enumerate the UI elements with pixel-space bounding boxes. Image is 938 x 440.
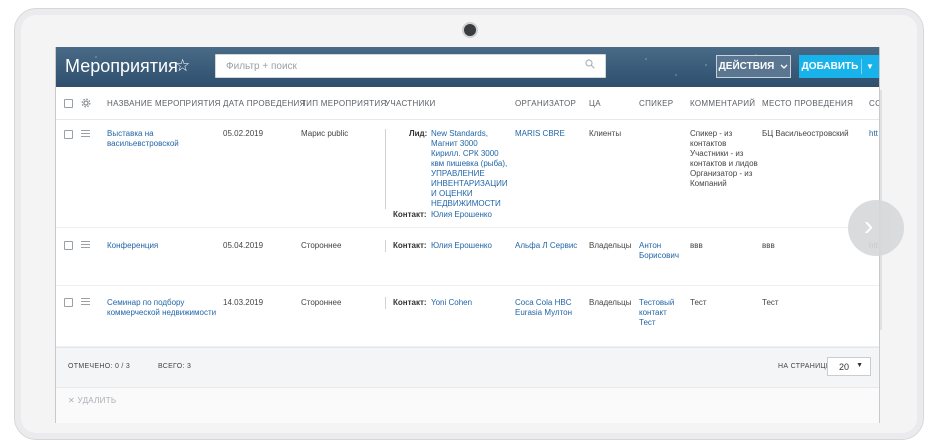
col-audience[interactable]: ЦА: [589, 99, 601, 108]
place: Тест: [762, 298, 779, 307]
events-table: НАЗВАНИЕ МЕРОПРИЯТИЯ ДАТА ПРОВЕДЕНИЯ ТИП…: [56, 87, 879, 387]
contact-value[interactable]: Yoni Cohen: [431, 298, 472, 308]
col-type[interactable]: ТИП МЕРОПРИЯТИЯ: [301, 99, 387, 108]
audience: Клиенты: [589, 129, 622, 138]
row-checkbox[interactable]: [64, 298, 73, 307]
add-label: ДОБАВИТЬ: [801, 61, 859, 72]
table-header: НАЗВАНИЕ МЕРОПРИЯТИЯ ДАТА ПРОВЕДЕНИЯ ТИП…: [56, 87, 879, 120]
event-date: 05.02.2019: [223, 129, 264, 138]
table-footer: ОТМЕЧЕНО: 0 / 3 ВСЕГО: 3 НА СТРАНИЦЕ: 20…: [56, 347, 879, 388]
app-screen: Мероприятия ☆ ДЕЙСТВИЯ ДОБАВИТЬ ▼ НАЗВ: [55, 47, 880, 423]
actions-label: ДЕЙСТВИЯ: [718, 61, 775, 72]
page-header: Мероприятия ☆ ДЕЙСТВИЯ ДОБАВИТЬ ▼: [56, 47, 879, 87]
camera-icon: [462, 22, 478, 38]
comment: ввв: [690, 241, 703, 250]
event-name[interactable]: Выставка на васильевстровской: [107, 129, 179, 149]
col-place[interactable]: МЕСТО ПРОВЕДЕНИЯ: [762, 99, 853, 108]
audience: Владельцы: [589, 298, 632, 307]
event-type: Марис public: [301, 129, 349, 138]
search-box: [215, 54, 606, 78]
row-checkbox[interactable]: [64, 241, 73, 250]
drag-handle-icon[interactable]: [81, 241, 90, 248]
speaker[interactable]: Тестовый контакт Тест: [639, 298, 674, 328]
col-comment[interactable]: КОММЕНТАРИЙ: [690, 99, 755, 108]
event-name[interactable]: Конференция: [107, 241, 158, 251]
organizer[interactable]: Coca Cola HBC Eurasia Мултон: [515, 298, 572, 318]
add-dropdown-icon[interactable]: ▼: [862, 62, 878, 71]
col-speaker[interactable]: СПИКЕР: [639, 99, 673, 108]
selected-count: ОТМЕЧЕНО: 0 / 3: [68, 363, 131, 370]
table-row[interactable]: Семинар по подбору коммерческой недвижимо…: [56, 286, 879, 347]
lead-label: Лид:: [409, 129, 428, 138]
total-count: ВСЕГО: 3: [158, 363, 192, 370]
page-title: Мероприятия: [65, 56, 178, 76]
search-icon[interactable]: [585, 59, 595, 69]
table-row[interactable]: Выставка на васильевстровской 05.02.2019 …: [56, 120, 879, 228]
event-date: 14.03.2019: [223, 298, 264, 307]
chevron-down-icon: ▼: [856, 362, 863, 369]
audience: Владельцы: [589, 241, 632, 250]
search-input[interactable]: [216, 55, 586, 77]
chevron-down-icon: [780, 64, 788, 69]
contact-label: Контакт:: [393, 210, 427, 219]
speaker[interactable]: Антон Борисович: [639, 241, 679, 261]
col-name[interactable]: НАЗВАНИЕ МЕРОПРИЯТИЯ: [107, 99, 221, 108]
delete-button[interactable]: ✕ УДАЛИТЬ: [68, 396, 116, 405]
place: БЦ Васильеостровский: [762, 129, 849, 138]
next-slide-button[interactable]: ›: [848, 200, 904, 256]
select-all-checkbox[interactable]: [64, 99, 73, 108]
chevron-right-icon: ›: [864, 210, 874, 241]
contact-value[interactable]: Юлия Ерошенко: [431, 241, 492, 251]
col-date[interactable]: ДАТА ПРОВЕДЕНИЯ: [223, 99, 306, 108]
gear-icon[interactable]: [81, 98, 91, 108]
contact-label: Контакт:: [393, 298, 427, 307]
bulk-actions-bar: ✕ УДАЛИТЬ: [56, 387, 879, 423]
per-page-select[interactable]: 20 ▼: [827, 357, 871, 376]
actions-button[interactable]: ДЕЙСТВИЯ: [716, 55, 791, 78]
comment: Тест: [690, 298, 707, 307]
close-icon: ✕: [68, 396, 76, 405]
add-button[interactable]: ДОБАВИТЬ ▼: [799, 55, 879, 78]
col-organizer[interactable]: ОРГАНИЗАТОР: [515, 99, 576, 108]
row-checkbox[interactable]: [64, 130, 73, 139]
contact-label: Контакт:: [393, 241, 427, 250]
drag-handle-icon[interactable]: [81, 130, 90, 137]
table-row[interactable]: Конференция 05.04.2019 Стороннее Контакт…: [56, 228, 879, 286]
event-date: 05.04.2019: [223, 241, 264, 250]
per-page-label: НА СТРАНИЦЕ:: [778, 363, 834, 370]
organizer[interactable]: MARIS CBRE: [515, 129, 565, 139]
col-participants[interactable]: УЧАСТНИКИ: [385, 99, 436, 108]
comment: Спикер - из контактов Участники - из контак…: [690, 129, 758, 188]
extra-link[interactable]: htt: [869, 129, 878, 139]
event-name[interactable]: Семинар по подбору коммерческой недвижимо…: [107, 298, 216, 318]
event-type: Стороннее: [301, 241, 342, 250]
organizer[interactable]: Альфа Л Сервис: [515, 241, 577, 251]
event-type: Стороннее: [301, 298, 342, 307]
lead-value[interactable]: New Standards, Магнит 3000 Кирилл. СРК 300…: [431, 129, 508, 209]
favorite-star-icon[interactable]: ☆: [175, 56, 190, 76]
contact-value[interactable]: Юлия Ерошенко: [431, 210, 492, 220]
delete-label: УДАЛИТЬ: [77, 396, 117, 405]
drag-handle-icon[interactable]: [81, 298, 90, 305]
place: ввв: [762, 241, 775, 250]
col-extra[interactable]: СС: [869, 99, 879, 108]
